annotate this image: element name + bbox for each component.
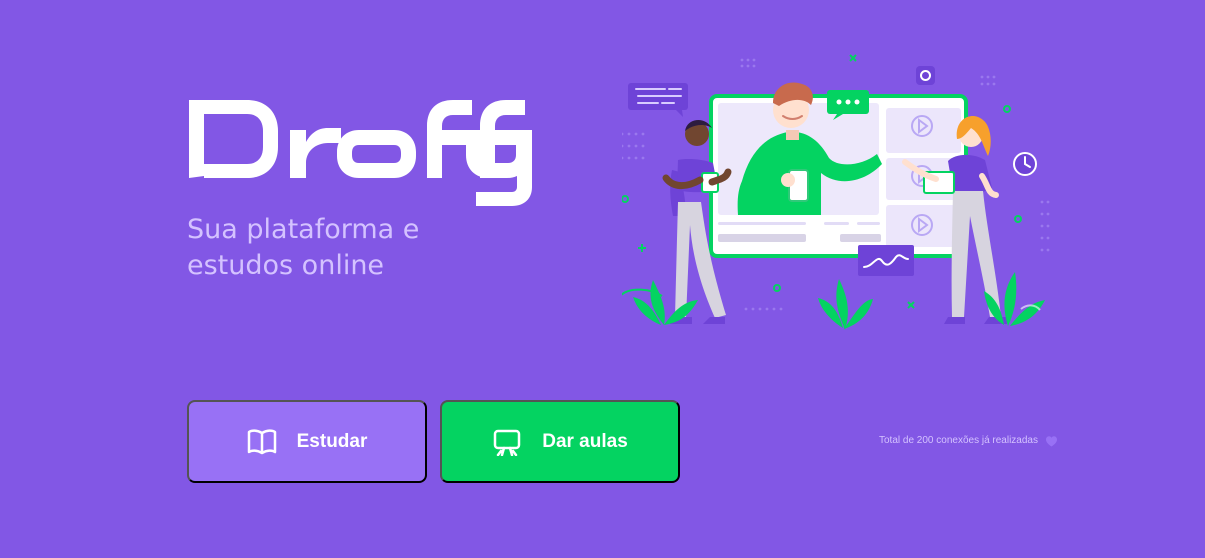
study-button-label: Estudar <box>296 430 368 452</box>
total-connections: Total de 200 conexões já realizadas <box>879 435 1089 447</box>
tagline-line-2: estudos online <box>187 250 385 281</box>
landing-page: Sua plataforma e estudos online Estudar … <box>0 0 1205 558</box>
give-classes-button[interactable]: Dar aulas <box>440 400 680 483</box>
book-icon <box>247 428 276 454</box>
logo-container <box>187 98 547 206</box>
give-classes-button-label: Dar aulas <box>542 430 628 452</box>
tagline-line-1: Sua plataforma e <box>187 214 420 245</box>
study-button[interactable]: Estudar <box>187 400 427 483</box>
presentation-board-icon <box>493 429 521 456</box>
proffy-logo <box>189 100 532 206</box>
total-connections-text: Total de 200 conexões já realizadas <box>879 435 1038 446</box>
platform-tagline: Sua plataforma e estudos online <box>187 212 419 284</box>
online-learning-illustration <box>622 54 1050 330</box>
purple-heart-icon <box>1046 436 1057 447</box>
